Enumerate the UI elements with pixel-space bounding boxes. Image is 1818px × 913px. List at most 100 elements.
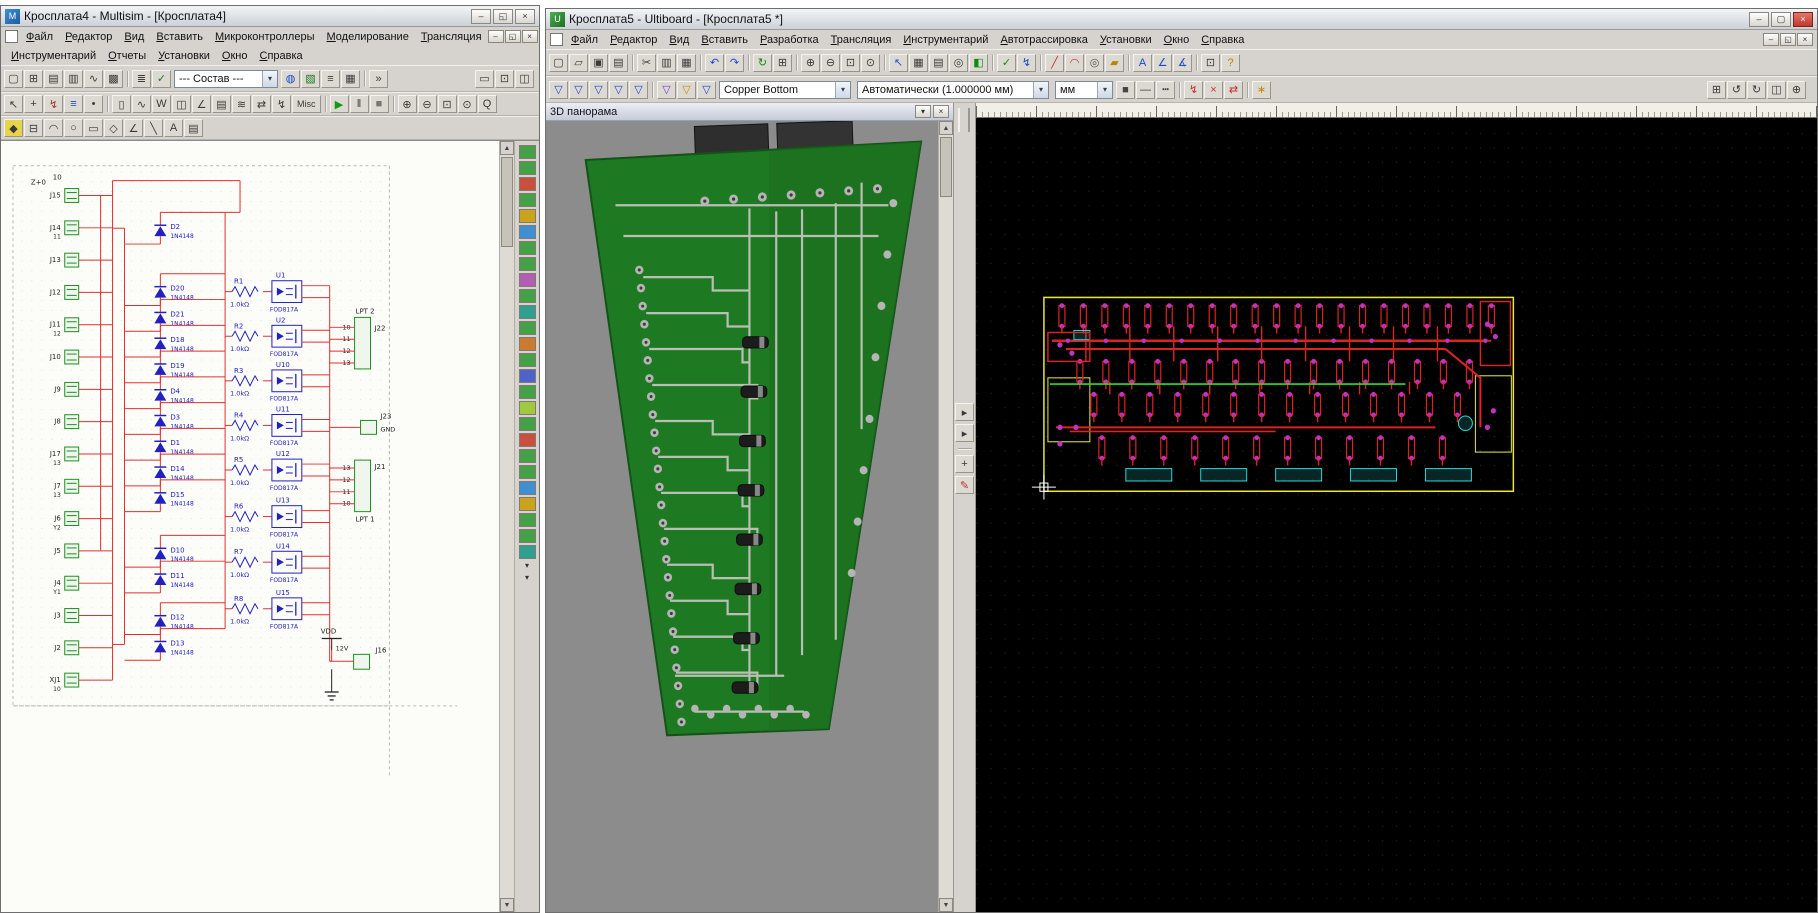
pan-icon[interactable]: + bbox=[24, 95, 43, 113]
component-strip-icon[interactable] bbox=[518, 433, 536, 447]
menu-options[interactable]: Установки bbox=[152, 48, 216, 64]
overflow-chevron-icon[interactable]: » bbox=[369, 69, 388, 88]
text-icon[interactable]: A bbox=[164, 119, 183, 137]
rotate-cw-icon[interactable]: ↻ bbox=[1747, 80, 1766, 99]
menu-transfer[interactable]: Трансляция bbox=[415, 29, 488, 45]
logic-analyzer-icon[interactable]: ≋ bbox=[232, 95, 251, 113]
panel-collapse-alt-icon[interactable]: ▸ bbox=[955, 424, 974, 442]
delete-trace-icon[interactable]: × bbox=[1204, 80, 1223, 99]
red-pen-icon[interactable]: ✎ bbox=[955, 476, 974, 494]
drc-check-icon[interactable]: ✓ bbox=[997, 53, 1016, 72]
split-window-icon[interactable]: ◫ bbox=[515, 69, 534, 88]
3d-panel-scrollbar[interactable]: ▲ ▼ bbox=[938, 121, 953, 912]
scrollbar-thumb[interactable] bbox=[501, 157, 513, 247]
component-strip-icon[interactable] bbox=[518, 401, 536, 415]
component-strip-icon[interactable] bbox=[518, 513, 536, 527]
paste-icon[interactable]: ▦ bbox=[677, 53, 696, 72]
pcb-canvas[interactable] bbox=[976, 118, 1817, 912]
select-icon[interactable]: ↖ bbox=[889, 53, 908, 72]
measure-icon[interactable]: ∡ bbox=[1173, 53, 1192, 72]
part-table-icon[interactable]: ▤ bbox=[929, 53, 948, 72]
component-strip-icon[interactable] bbox=[518, 177, 536, 191]
line-style-icon[interactable]: ┅ bbox=[1156, 80, 1175, 99]
unroute-icon[interactable]: ↯ bbox=[1184, 80, 1203, 99]
minimize-button[interactable]: – bbox=[471, 8, 491, 24]
new-file-icon[interactable]: ▢ bbox=[4, 69, 23, 88]
schematic-sheet[interactable]: Z+0 10 J15 J14 11 J13 J12 J11 12 J10 J9 J8 J17 13 J7 13… bbox=[1, 141, 499, 912]
hierarchical-block-icon[interactable]: ⊟ bbox=[24, 119, 43, 137]
menu-simulate[interactable]: Моделирование bbox=[321, 29, 415, 45]
wattmeter-icon[interactable]: W bbox=[152, 95, 171, 113]
component-strip-icon[interactable] bbox=[518, 481, 536, 495]
menu-window[interactable]: Окно bbox=[216, 48, 254, 64]
menu-edit[interactable]: Редактор bbox=[59, 29, 118, 45]
component-strip-icon[interactable] bbox=[518, 369, 536, 383]
chevron-down-icon[interactable]: ▾ bbox=[835, 81, 850, 98]
restore-button[interactable]: ◱ bbox=[493, 8, 513, 24]
hierarchy-icon[interactable]: ≣ bbox=[132, 69, 151, 88]
virtual-components-icon[interactable]: ◍ bbox=[281, 69, 300, 88]
board-3d-icon[interactable]: ◧ bbox=[969, 53, 988, 72]
net-swap-icon[interactable]: ⇄ bbox=[1224, 80, 1243, 99]
menu-reports[interactable]: Отчеты bbox=[102, 48, 152, 64]
oscilloscope-icon[interactable]: ◫ bbox=[172, 95, 191, 113]
component-strip-icon[interactable] bbox=[518, 497, 536, 511]
component-strip-icon[interactable] bbox=[518, 161, 536, 175]
component-strip-icon[interactable] bbox=[518, 417, 536, 431]
arc-icon[interactable]: ◠ bbox=[44, 119, 63, 137]
close-button[interactable]: × bbox=[515, 8, 535, 24]
save-file-icon[interactable]: ▣ bbox=[589, 53, 608, 72]
panel-expand-icon[interactable]: ▾ bbox=[525, 561, 529, 571]
function-generator-icon[interactable]: ∿ bbox=[132, 95, 151, 113]
filter-parts-icon[interactable]: ▽ bbox=[569, 80, 588, 99]
place-via-icon[interactable]: ◎ bbox=[1085, 53, 1104, 72]
misc-instruments-icon[interactable]: Misc bbox=[292, 95, 321, 113]
vertical-scrollbar[interactable]: ▲ ▼ bbox=[499, 141, 514, 912]
zoom-in-icon[interactable]: ⊕ bbox=[397, 95, 417, 113]
3d-panel-titlebar[interactable]: 3D панорама ▾ × bbox=[546, 103, 953, 121]
menu-transfer[interactable]: Трансляция bbox=[825, 32, 898, 48]
zoom-full-icon[interactable]: Q bbox=[477, 95, 497, 113]
cut-icon[interactable]: ✂ bbox=[637, 53, 656, 72]
panel-collapse-icon[interactable]: ▸ bbox=[955, 403, 974, 421]
copy-icon[interactable]: ▥ bbox=[657, 53, 676, 72]
mdi-restore-button[interactable]: ◱ bbox=[1780, 33, 1796, 46]
filter-vias-icon[interactable]: ▽ bbox=[609, 80, 628, 99]
component-list-combo[interactable]: --- Состав --- ▾ bbox=[174, 69, 278, 88]
filter-pads-icon[interactable]: ▽ bbox=[629, 80, 648, 99]
text-tool-icon[interactable]: A bbox=[1133, 53, 1152, 72]
line-width-icon[interactable]: — bbox=[1136, 80, 1155, 99]
ellipse-icon[interactable]: ○ bbox=[64, 119, 83, 137]
ratsnest-icon[interactable]: ∗ bbox=[1252, 80, 1271, 99]
component-strip-icon[interactable] bbox=[518, 273, 536, 287]
filter-smd-icon[interactable]: ▽ bbox=[677, 80, 696, 99]
mdi-close-button[interactable]: × bbox=[1797, 33, 1813, 46]
anchor-icon[interactable]: ⊕ bbox=[1787, 80, 1806, 99]
word-generator-icon[interactable]: ▤ bbox=[212, 95, 231, 113]
schematic-canvas[interactable]: Z+0 10 J15 J14 11 J13 J12 J11 12 J10 J9 J8 J17 13 J7 13… bbox=[1, 141, 499, 912]
chevron-down-icon[interactable]: ▾ bbox=[262, 70, 277, 87]
open-file-icon[interactable]: ▱ bbox=[569, 53, 588, 72]
maximize-button[interactable]: ▢ bbox=[1771, 11, 1791, 27]
component-strip-icon[interactable] bbox=[518, 353, 536, 367]
zoom-full-icon[interactable]: ⊙ bbox=[861, 53, 880, 72]
bus-mode-icon[interactable]: ≡ bbox=[64, 95, 83, 113]
mdi-minimize-button[interactable]: – bbox=[487, 30, 504, 43]
multisim-titlebar[interactable]: M Кросплата4 - Multisim - [Кросплата4] –… bbox=[1, 6, 539, 27]
grapher-icon[interactable]: ∿ bbox=[84, 69, 103, 88]
zoom-in-icon[interactable]: ⊕ bbox=[801, 53, 820, 72]
component-strip-icon[interactable] bbox=[518, 321, 536, 335]
in-use-list-icon[interactable]: ◆ bbox=[4, 119, 23, 137]
place-arc-icon[interactable]: ◠ bbox=[1065, 53, 1084, 72]
menu-view[interactable]: Вид bbox=[663, 32, 695, 48]
selection-rect-icon[interactable]: ⊡ bbox=[1201, 53, 1220, 72]
iv-analyzer-icon[interactable]: ↯ bbox=[272, 95, 291, 113]
filter-copper-icon[interactable]: ▽ bbox=[657, 80, 676, 99]
component-strip-icon[interactable] bbox=[518, 465, 536, 479]
menu-edit[interactable]: Редактор bbox=[604, 32, 663, 48]
ladder-diagram-icon[interactable]: ≡ bbox=[321, 69, 340, 88]
polyline-icon[interactable]: ∠ bbox=[124, 119, 143, 137]
component-strip-icon[interactable] bbox=[518, 193, 536, 207]
new-file-icon[interactable]: ▢ bbox=[549, 53, 568, 72]
chevron-down-icon[interactable]: ▾ bbox=[1097, 81, 1112, 98]
